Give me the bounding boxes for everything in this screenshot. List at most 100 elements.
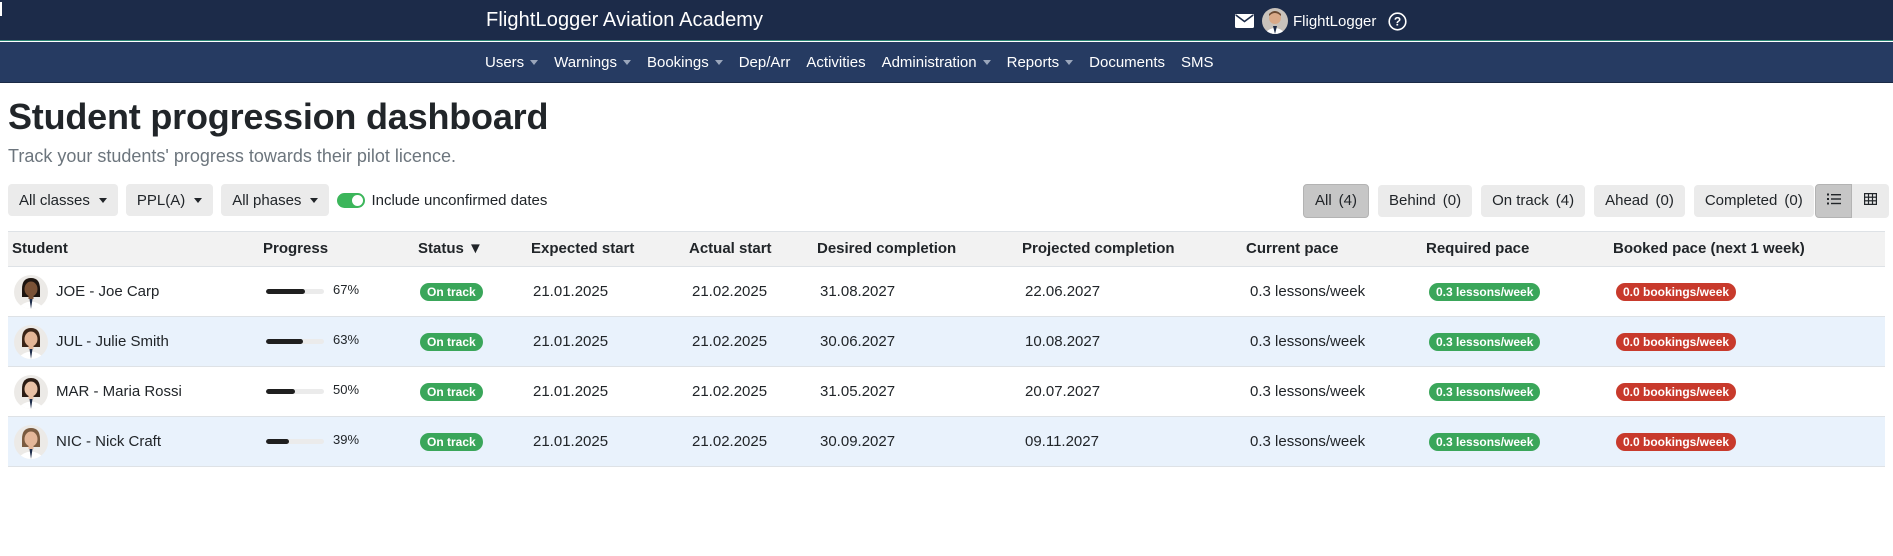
status-badge: On track bbox=[420, 432, 483, 451]
user-name[interactable]: FlightLogger bbox=[1293, 13, 1376, 30]
licence-dropdown[interactable]: PPL(A) bbox=[125, 184, 214, 216]
booked-pace-badge: 0.0 bookings/week bbox=[1616, 282, 1737, 301]
status-badge: On track bbox=[420, 382, 483, 401]
student-name[interactable]: JUL - Julie Smith bbox=[56, 333, 169, 350]
actual-start-cell: 21.02.2025 bbox=[692, 333, 768, 350]
status-filter-label: Behind bbox=[1389, 192, 1436, 209]
chevron-down-icon bbox=[1065, 59, 1074, 65]
nav-item-label: Bookings bbox=[646, 53, 709, 71]
status-badge: On track bbox=[420, 282, 483, 301]
booked-pace-cell: 0.0 bookings/week bbox=[1616, 317, 1737, 366]
status-filter-label: On track bbox=[1492, 192, 1549, 209]
nav-item-documents[interactable]: Documents bbox=[1089, 54, 1165, 71]
student-cell[interactable]: JUL - Julie Smith bbox=[14, 317, 169, 366]
current-pace-cell: 0.3 lessons/week bbox=[1250, 333, 1366, 350]
status-filter-ahead[interactable]: Ahead (0) bbox=[1594, 184, 1685, 217]
status-filter-on-track[interactable]: On track (4) bbox=[1481, 184, 1586, 217]
actual-start-cell: 21.02.2025 bbox=[692, 433, 768, 450]
nav-item-administration[interactable]: Administration bbox=[882, 54, 991, 71]
status-filter-all[interactable]: All (4) bbox=[1303, 183, 1370, 218]
svg-text:?: ? bbox=[1394, 14, 1401, 28]
student-avatar bbox=[14, 374, 48, 409]
student-avatar bbox=[14, 424, 48, 459]
header-student[interactable]: Student bbox=[12, 232, 68, 266]
status-cell: On track bbox=[420, 417, 483, 466]
user-avatar[interactable] bbox=[1262, 8, 1288, 34]
status-filter-behind[interactable]: Behind (0) bbox=[1378, 184, 1473, 217]
nav-item-activities[interactable]: Activities bbox=[806, 54, 865, 71]
booked-pace-badge: 0.0 bookings/week bbox=[1616, 432, 1737, 451]
header-projected-completion[interactable]: Projected completion bbox=[1022, 232, 1175, 266]
brand-title[interactable]: FlightLogger Aviation Academy bbox=[486, 9, 763, 32]
header-actual-start[interactable]: Actual start bbox=[689, 232, 772, 266]
nav-item-label: Users bbox=[485, 53, 525, 71]
progress-percent: 39% bbox=[333, 432, 360, 447]
nav-item-reports[interactable]: Reports bbox=[1007, 54, 1074, 71]
student-cell[interactable]: NIC - Nick Craft bbox=[14, 417, 161, 466]
required-pace-badge: 0.3 lessons/week bbox=[1429, 332, 1541, 351]
header-current-pace[interactable]: Current pace bbox=[1246, 232, 1339, 266]
student-name[interactable]: MAR - Maria Rossi bbox=[56, 383, 182, 400]
nav-item-bookings[interactable]: Bookings bbox=[647, 54, 723, 71]
top-right-actions: FlightLogger ? bbox=[1235, 8, 1407, 34]
progress-bar-fill bbox=[266, 339, 303, 344]
mail-icon[interactable] bbox=[1235, 14, 1254, 28]
expected-start-cell: 21.01.2025 bbox=[533, 433, 609, 450]
toggle-knob bbox=[352, 194, 364, 206]
nav-item-sms[interactable]: SMS bbox=[1181, 54, 1214, 71]
student-name[interactable]: JOE - Joe Carp bbox=[56, 283, 159, 300]
progress-bar bbox=[266, 289, 324, 294]
classes-dropdown[interactable]: All classes bbox=[8, 184, 118, 216]
licence-dropdown-label: PPL(A) bbox=[136, 191, 186, 209]
current-pace-cell: 0.3 lessons/week bbox=[1250, 283, 1366, 300]
booked-pace-cell: 0.0 bookings/week bbox=[1616, 367, 1737, 416]
nav-item-label: SMS bbox=[1181, 53, 1214, 71]
students-table: Student Progress Status ▼ Expected start… bbox=[8, 231, 1885, 467]
header-status[interactable]: Status ▼ bbox=[418, 232, 483, 266]
chevron-down-icon bbox=[622, 59, 631, 65]
student-cell[interactable]: JOE - Joe Carp bbox=[14, 267, 159, 316]
view-mode-toggle bbox=[1815, 184, 1889, 218]
table-row[interactable]: JUL - Julie Smith 63% On track 21.01.2025 21… bbox=[8, 317, 1885, 367]
progress-cell: 63% bbox=[266, 317, 359, 366]
list-view-icon bbox=[1826, 192, 1841, 210]
progress-bar bbox=[266, 389, 324, 394]
student-name[interactable]: NIC - Nick Craft bbox=[56, 433, 161, 450]
status-filter-label: Completed bbox=[1704, 192, 1778, 209]
status-cell: On track bbox=[420, 317, 483, 366]
progress-percent: 50% bbox=[333, 382, 360, 397]
progress-cell: 39% bbox=[266, 417, 359, 466]
required-pace-cell: 0.3 lessons/week bbox=[1429, 267, 1541, 316]
nav-item-label: Dep/Arr bbox=[738, 53, 791, 71]
status-filter-count: (4) bbox=[1555, 192, 1575, 209]
projected-completion-cell: 10.08.2027 bbox=[1025, 333, 1101, 350]
nav-item-dep-arr[interactable]: Dep/Arr bbox=[739, 54, 791, 71]
projected-completion-cell: 20.07.2027 bbox=[1025, 383, 1101, 400]
table-row[interactable]: MAR - Maria Rossi 50% On track 21.01.2025 21… bbox=[8, 367, 1885, 417]
grid-view-icon bbox=[1864, 192, 1878, 210]
nav-item-warnings[interactable]: Warnings bbox=[554, 54, 631, 71]
window-corner-mark bbox=[0, 2, 2, 16]
table-row[interactable]: NIC - Nick Craft 39% On track 21.01.2025 21.… bbox=[8, 417, 1885, 467]
progress-percent: 67% bbox=[333, 282, 360, 297]
header-expected-start[interactable]: Expected start bbox=[531, 232, 634, 266]
list-view-button[interactable] bbox=[1815, 184, 1852, 218]
student-cell[interactable]: MAR - Maria Rossi bbox=[14, 367, 182, 416]
unconfirmed-dates-toggle[interactable] bbox=[337, 192, 366, 208]
table-header: Student Progress Status ▼ Expected start… bbox=[8, 231, 1885, 267]
phases-dropdown[interactable]: All phases bbox=[221, 184, 330, 216]
status-cell: On track bbox=[420, 267, 483, 316]
nav-item-users[interactable]: Users bbox=[485, 53, 539, 71]
table-row[interactable]: JOE - Joe Carp 67% On track 21.01.2025 21.02… bbox=[8, 267, 1885, 317]
projected-completion-cell: 22.06.2027 bbox=[1025, 283, 1101, 300]
expected-start-cell: 21.01.2025 bbox=[533, 333, 609, 350]
header-desired-completion[interactable]: Desired completion bbox=[817, 232, 956, 266]
status-filter-completed[interactable]: Completed (0) bbox=[1693, 184, 1814, 217]
header-booked-pace[interactable]: Booked pace (next 1 week) bbox=[1613, 232, 1805, 266]
progress-bar bbox=[266, 339, 324, 344]
header-progress[interactable]: Progress bbox=[263, 232, 328, 266]
grid-view-button[interactable] bbox=[1852, 184, 1889, 218]
chevron-down-icon bbox=[310, 197, 319, 203]
header-required-pace[interactable]: Required pace bbox=[1426, 232, 1529, 266]
help-icon[interactable]: ? bbox=[1388, 11, 1407, 31]
